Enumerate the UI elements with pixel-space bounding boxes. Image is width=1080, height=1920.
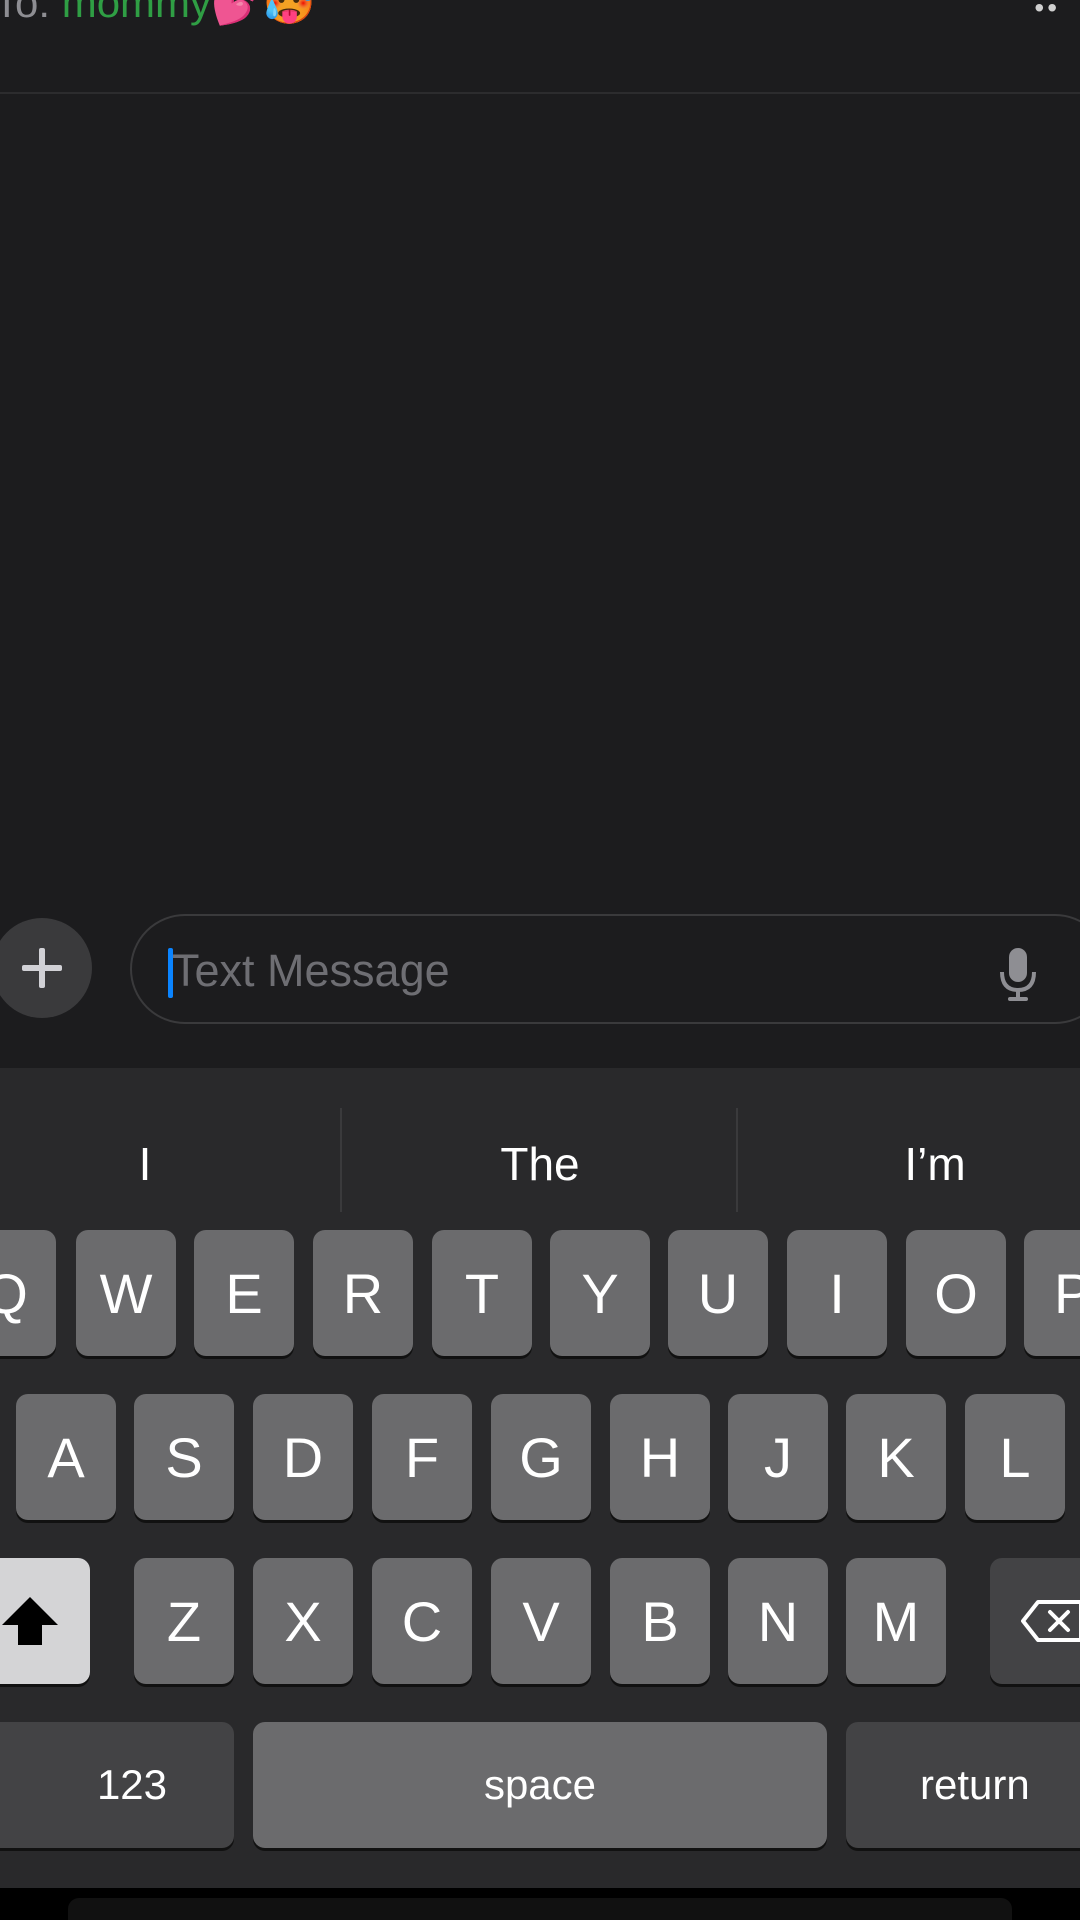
key-p[interactable]: P (1024, 1230, 1080, 1356)
keyboard: I The I’m Q W E R T Y U I O P A S D F G … (0, 1068, 1080, 1888)
key-o[interactable]: O (906, 1230, 1006, 1356)
key-m[interactable]: M (846, 1558, 946, 1684)
suggestion-1[interactable]: I (0, 1116, 290, 1212)
key-v[interactable]: V (491, 1558, 591, 1684)
message-placeholder: Text Message (172, 945, 450, 996)
home-indicator (68, 1898, 1012, 1920)
key-e[interactable]: E (194, 1230, 294, 1356)
return-key[interactable]: return (846, 1722, 1080, 1848)
suggestion-3[interactable]: I’m (740, 1116, 1080, 1212)
key-w[interactable]: W (76, 1230, 176, 1356)
numbers-key-label: 123 (96, 1761, 168, 1808)
key-j[interactable]: J (728, 1394, 828, 1520)
shift-arrow-icon (2, 1597, 58, 1645)
shift-key[interactable] (0, 1558, 90, 1684)
recipient-line[interactable]: To: mommy💕🥵 (0, 0, 316, 24)
backspace-icon (1021, 1600, 1080, 1642)
key-l[interactable]: L (965, 1394, 1065, 1520)
microphone-icon[interactable] (998, 946, 1038, 1002)
key-q[interactable]: Q (0, 1230, 56, 1356)
key-g[interactable]: G (491, 1394, 591, 1520)
key-y[interactable]: Y (550, 1230, 650, 1356)
key-n[interactable]: N (728, 1558, 828, 1684)
key-h[interactable]: H (610, 1394, 710, 1520)
delete-key[interactable] (990, 1558, 1080, 1684)
corner-glyph: •• (1034, 0, 1060, 23)
key-r[interactable]: R (313, 1230, 413, 1356)
recipient-emoji: 💕🥵 (211, 0, 316, 26)
add-attachment-button[interactable] (0, 918, 92, 1018)
key-s[interactable]: S (134, 1394, 234, 1520)
key-t[interactable]: T (432, 1230, 532, 1356)
key-f[interactable]: F (372, 1394, 472, 1520)
plus-icon (22, 948, 62, 988)
numbers-key[interactable]: 123 (0, 1722, 234, 1848)
suggestion-2[interactable]: The (345, 1116, 735, 1212)
key-b[interactable]: B (610, 1558, 710, 1684)
message-input[interactable]: Text Message (130, 914, 1080, 1024)
key-i[interactable]: I (787, 1230, 887, 1356)
suggestion-divider (340, 1108, 342, 1212)
key-z[interactable]: Z (134, 1558, 234, 1684)
space-key[interactable]: space (253, 1722, 827, 1848)
recipient-name[interactable]: mommy (62, 0, 211, 26)
key-u[interactable]: U (668, 1230, 768, 1356)
to-label: To: (0, 0, 51, 26)
conversation-header: To: mommy💕🥵 •• (0, 0, 1080, 94)
key-d[interactable]: D (253, 1394, 353, 1520)
key-a[interactable]: A (16, 1394, 116, 1520)
key-k[interactable]: K (846, 1394, 946, 1520)
key-c[interactable]: C (372, 1558, 472, 1684)
suggestion-divider (736, 1108, 738, 1212)
key-x[interactable]: X (253, 1558, 353, 1684)
